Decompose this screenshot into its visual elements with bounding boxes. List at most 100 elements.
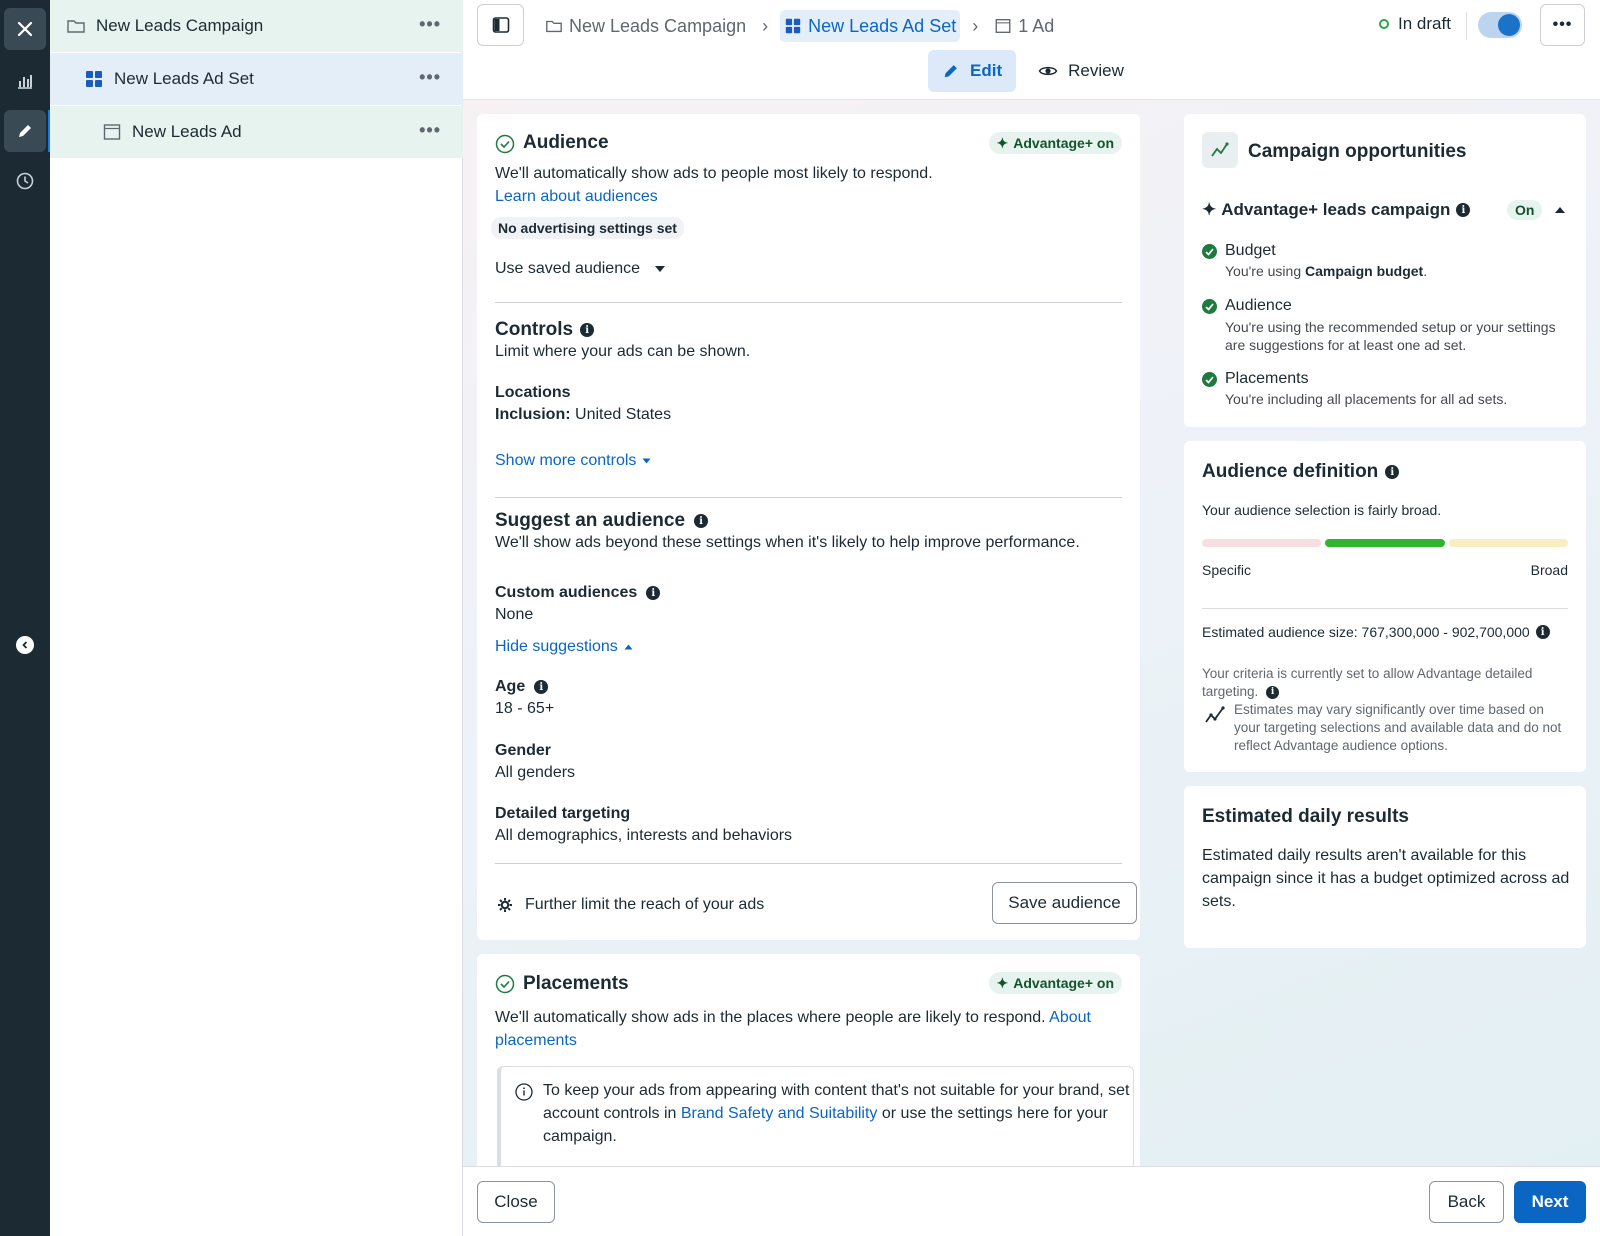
more-options-icon[interactable]: ••• xyxy=(419,14,441,35)
breadcrumb-campaign-label: New Leads Campaign xyxy=(569,15,747,36)
more-options-icon[interactable]: ••• xyxy=(419,120,441,141)
brand-safety-link[interactable]: Brand Safety and Suitability xyxy=(681,1105,878,1122)
daily-results-card: Estimated daily results Estimated daily … xyxy=(1184,786,1586,948)
close-button[interactable]: Close xyxy=(477,1181,555,1223)
eye-icon xyxy=(1038,66,1058,76)
brand-safety-text: To keep your ads from appearing with con… xyxy=(543,1079,1133,1148)
tree-ad-label: New Leads Ad xyxy=(132,122,242,141)
gauge-broad-label: Broad xyxy=(1530,562,1568,578)
further-limit-row[interactable]: Further limit the reach of your ads xyxy=(497,896,764,914)
gear-icon xyxy=(498,898,512,912)
divider xyxy=(495,863,1122,864)
toggle-knob xyxy=(1498,14,1520,36)
info-icon[interactable]: i xyxy=(534,680,549,694)
chevron-right-icon: › xyxy=(762,15,769,36)
info-icon[interactable]: i xyxy=(646,586,661,600)
placements-opp-desc: You're including all placements for all … xyxy=(1225,391,1508,407)
daily-results-title: Estimated daily results xyxy=(1202,806,1409,827)
tab-edit[interactable]: Edit xyxy=(928,50,1017,92)
breadcrumb-adset[interactable]: New Leads Ad Set xyxy=(780,10,961,42)
sidebar-panel-icon xyxy=(492,17,509,33)
breadcrumb: New Leads Campaign › New Leads Ad Set › … xyxy=(541,10,1058,42)
info-icon[interactable]: i xyxy=(1266,685,1280,699)
adset-grid-icon xyxy=(84,69,104,89)
controls-title: Controls xyxy=(495,319,574,340)
custom-audiences-label: Custom audiences xyxy=(495,584,638,601)
budget-desc-post: . xyxy=(1423,263,1428,279)
caret-up-icon xyxy=(624,644,633,650)
suggest-description: We'll show ads beyond these settings whe… xyxy=(495,534,1080,551)
opportunities-card: Campaign opportunities ✦ Advantage+ lead… xyxy=(1184,114,1586,427)
learn-audiences-link[interactable]: Learn about audiences xyxy=(495,188,658,206)
brand-safety-notice: To keep your ads from appearing with con… xyxy=(497,1066,1134,1166)
caret-down-icon xyxy=(642,458,651,464)
adset-grid-icon xyxy=(785,18,801,34)
controls-heading: Controls i xyxy=(495,319,595,341)
campaign-toggle[interactable] xyxy=(1478,12,1522,38)
tab-review[interactable]: Review xyxy=(1024,50,1138,92)
locations-inclusion: Inclusion: United States xyxy=(495,406,671,424)
definition-summary: Your audience selection is fairly broad. xyxy=(1202,502,1442,518)
suggest-heading: Suggest an audience i xyxy=(495,510,709,532)
info-icon[interactable]: i xyxy=(1456,203,1471,217)
check-circle-icon xyxy=(495,134,515,154)
breadcrumb-campaign[interactable]: New Leads Campaign xyxy=(541,10,750,42)
gauge-segment-broad xyxy=(1448,539,1568,547)
history-icon[interactable] xyxy=(4,160,46,202)
close-icon[interactable] xyxy=(4,8,46,50)
info-icon[interactable]: i xyxy=(580,323,595,337)
locations-label: Locations xyxy=(495,384,571,401)
criteria-text: Your criteria is currently set to allow … xyxy=(1202,666,1533,699)
tab-edit-label: Edit xyxy=(970,61,1003,80)
main-content: Audience ✦ Advantage+ on We'll automatica… xyxy=(463,100,1600,1166)
gauge-segment-active xyxy=(1325,539,1445,547)
info-icon[interactable]: i xyxy=(694,514,709,528)
age-value: 18 - 65+ xyxy=(495,700,555,717)
gauge-specific-label: Specific xyxy=(1202,562,1252,578)
panel-toggle-button[interactable] xyxy=(477,4,524,46)
collapse-chevron-icon[interactable] xyxy=(16,636,34,654)
definition-heading: Audience definition i xyxy=(1202,461,1400,483)
advantage-badge-label: Advantage+ on xyxy=(1013,135,1114,151)
opportunities-title: Campaign opportunities xyxy=(1248,141,1467,162)
opportunity-item-audience: Audience You're using the recommended se… xyxy=(1202,297,1572,354)
next-button[interactable]: Next xyxy=(1514,1181,1586,1223)
show-more-label: Show more controls xyxy=(495,452,637,469)
saved-audience-dropdown[interactable]: Use saved audience xyxy=(495,260,666,278)
status-badge: In draft xyxy=(1379,14,1451,34)
divider xyxy=(1202,608,1568,609)
opportunity-item-budget: Budget You're using Campaign budget. xyxy=(1202,242,1572,279)
breadcrumb-ad[interactable]: 1 Ad xyxy=(990,10,1058,42)
more-options-icon[interactable]: ••• xyxy=(419,67,441,88)
targeting-label: Detailed targeting xyxy=(495,805,631,822)
hide-suggestions-link[interactable]: Hide suggestions xyxy=(495,638,633,656)
budget-desc: You're using Campaign budget. xyxy=(1225,263,1572,279)
audience-opp-title: Audience xyxy=(1225,297,1292,314)
pencil-icon[interactable] xyxy=(4,110,46,152)
age-label: Age xyxy=(495,678,526,695)
audience-description: We'll automatically show ads to people m… xyxy=(495,165,933,182)
caret-up-icon[interactable] xyxy=(1554,206,1566,214)
back-button[interactable]: Back xyxy=(1429,1181,1504,1223)
info-icon[interactable]: i xyxy=(1535,625,1550,639)
advantage-leads-heading: ✦ Advantage+ leads campaign i xyxy=(1202,200,1471,220)
show-more-controls-link[interactable]: Show more controls xyxy=(495,452,651,470)
hide-suggestions-label: Hide suggestions xyxy=(495,638,618,655)
gauge-segment-specific xyxy=(1202,539,1322,547)
tree-item-adset[interactable]: New Leads Ad Set ••• xyxy=(50,53,463,105)
tree-item-ad[interactable]: New Leads Ad ••• xyxy=(50,106,463,158)
advantage-badge: ✦ Advantage+ on xyxy=(988,132,1122,154)
more-options-icon: ••• xyxy=(1552,16,1573,33)
breadcrumb-adset-label: New Leads Ad Set xyxy=(808,15,957,36)
save-audience-button[interactable]: Save audience xyxy=(992,882,1137,924)
saved-audience-label: Use saved audience xyxy=(495,260,640,277)
tree-item-campaign[interactable]: New Leads Campaign ••• xyxy=(50,0,463,52)
sparkle-icon: ✦ xyxy=(996,134,1009,151)
chart-icon[interactable] xyxy=(4,60,46,102)
info-icon[interactable]: i xyxy=(1385,465,1400,479)
criteria-note: Your criteria is currently set to allow … xyxy=(1202,665,1572,701)
header: New Leads Campaign › New Leads Ad Set › … xyxy=(463,0,1600,100)
suggest-title: Suggest an audience xyxy=(495,510,686,531)
more-actions-button[interactable]: ••• xyxy=(1540,4,1585,46)
tabs: Edit Review xyxy=(928,50,1146,92)
